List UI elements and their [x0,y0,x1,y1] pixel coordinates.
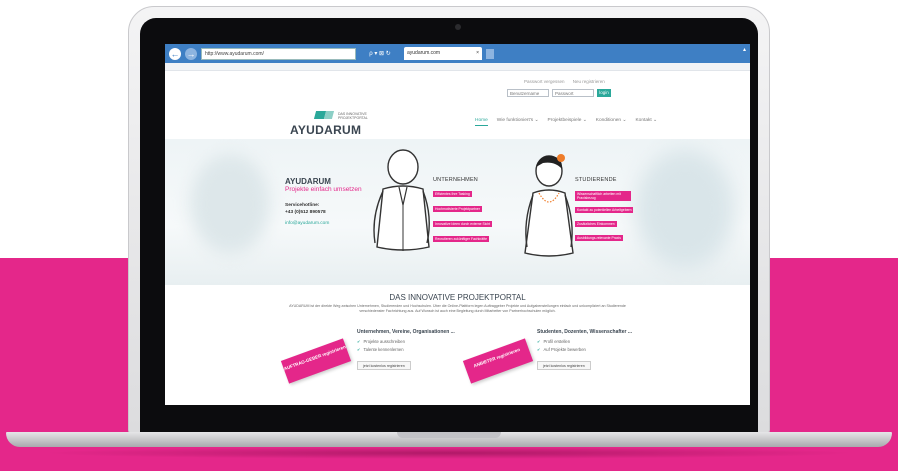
provider-register-button[interactable]: jetzt kostenlos registrieren [537,361,591,370]
client-heading: Unternehmen, Vereine, Organisationen ... [357,329,455,335]
provider-check-item: ✔ Profil erstellen [537,339,571,344]
login-button[interactable]: login [597,89,611,97]
company-benefit-tag: Recrutieren zukünftiger Fachkräfte [433,236,490,242]
client-check-item: ✔ Projekte ausschreiben [357,339,405,344]
students-title: STUDIERENDE [575,177,617,183]
check-icon: ✔ [537,339,541,344]
webcam [455,24,461,30]
forgot-password-link[interactable]: Passwort vergessen [524,79,565,84]
check-icon: ✔ [537,347,541,352]
provider-heading: Studenten, Dozenten, Wissenschafter ... [537,329,632,335]
username-input[interactable]: Benutzername [507,89,549,97]
check-icon: ✔ [357,339,361,344]
browser-toolbar: ← → http://www.ayudarum.com/ ρ ▾ ⊠ ↻ ayu… [165,44,750,63]
tab-close-icon[interactable]: × [476,47,479,60]
student-benefit-tag: Kontakt zu potentiellen Arbeitgebern [575,207,634,213]
forward-arrow-icon[interactable]: → [185,47,197,60]
nav-item-contact[interactable]: Kontakt ⌄ [635,118,657,126]
tab-title: ayudarum.com [407,50,441,56]
company-benefit-tag: Hochmotivierte Projektpartner [433,206,482,212]
intro-section: DAS INNOVATIVE PROJEKTPORTAL AYUDARUM is… [165,285,750,405]
logo-mark-secondary-icon [323,111,335,119]
provider-check-item: ✔ Auf Projekte bewerben [537,347,586,352]
hero-background-blur [190,154,270,254]
login-links: Passwort vergessen Neu registrieren [524,79,612,84]
laptop-notch [397,432,501,438]
hero-slogan: Projekte einfach umsetzen [285,186,362,193]
hotline-label: Servicehotline: [285,203,320,208]
browser-tab[interactable]: ayudarum.com × [404,47,482,60]
browser-command-strip [165,63,750,71]
register-provider-card[interactable]: ANBIETER registrieren [462,338,534,384]
student-benefit-tag: Ausbildungs-relevante Praxis [575,235,623,241]
nav-item-how-it-works[interactable]: Wie funktioniert's ⌄ [497,118,539,126]
hero-background-blur [635,149,735,269]
check-icon: ✔ [357,347,361,352]
register-client-card[interactable]: AUFTRAG-GEBER registrieren [280,338,352,384]
nav-item-projects[interactable]: Projektbeispiele ⌄ [548,118,587,126]
browser-window: ← → http://www.ayudarum.com/ ρ ▾ ⊠ ↻ ayu… [165,44,750,405]
section-title: DAS INNOVATIVE PROJEKTPORTAL [389,293,526,302]
register-link[interactable]: Neu registrieren [573,79,605,84]
hotline-number[interactable]: +43 (0)512 890578 [285,210,326,215]
section-description: AYUDARUM ist der direkte Weg zwischen Un… [289,304,626,313]
nav-item-conditions[interactable]: Konditionen ⌄ [596,118,627,126]
main-navigation: Home Wie funktioniert's ⌄ Projektbeispie… [475,118,657,126]
website: Passwort vergessen Neu registrieren Benu… [165,71,750,405]
new-tab-button[interactable] [486,48,494,59]
companies-title: UNTERNEHMEN [433,177,478,183]
client-check-item: ✔ Talente kennenlernen [357,347,404,352]
laptop-mockup: ← → http://www.ayudarum.com/ ρ ▾ ⊠ ↻ ayu… [0,0,898,471]
back-arrow-icon[interactable]: ← [169,47,181,60]
contact-email[interactable]: info@ayudarum.com [285,221,329,226]
student-benefit-tag: Zusätzliches Einkommen [575,221,617,227]
nav-item-home[interactable]: Home [475,118,488,126]
businessman-illustration-icon [373,149,430,251]
company-benefit-tag: Innovative Ideen durch externe Sicht [433,221,493,227]
logo-text: AYUDARUM [290,123,362,137]
window-controls-icon[interactable]: ▴ [743,46,746,53]
address-tools-icons[interactable]: ρ ▾ ⊠ ↻ [360,50,400,57]
client-register-button[interactable]: jetzt kostenlos registrieren [357,361,411,370]
hero-banner: AYUDARUM Projekte einfach umsetzen Servi… [165,139,750,285]
student-benefit-tag: Wissenschaftlich arbeiten mit Praxisbezu… [575,191,631,201]
login-form: Benutzername Passwort login [507,89,611,97]
logo-tagline: DAS INNOVATIVE PROJEKTPORTAL [338,112,368,120]
address-bar[interactable]: http://www.ayudarum.com/ [201,47,356,60]
company-benefit-tag: Effizientes Ihre Tasking [433,191,472,197]
laptop-shadow [40,447,858,459]
hero-brand: AYUDARUM [285,177,331,186]
password-input[interactable]: Passwort [552,89,594,97]
